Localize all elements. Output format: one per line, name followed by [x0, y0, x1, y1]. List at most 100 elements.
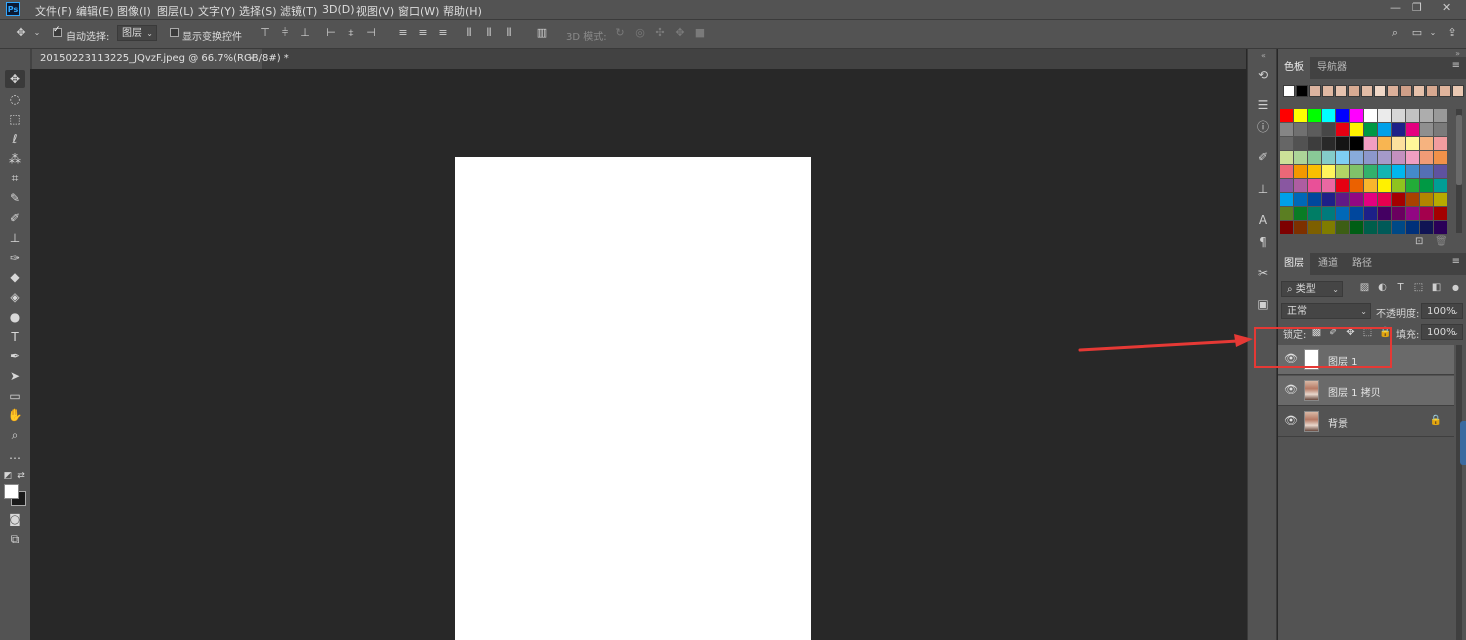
- path-selection-icon[interactable]: ➤: [5, 367, 25, 385]
- color-swatch[interactable]: [1364, 193, 1377, 206]
- crop-icon[interactable]: ⌗: [5, 169, 25, 187]
- quick-mask-icon[interactable]: ◙: [5, 510, 25, 528]
- color-swatch[interactable]: [1280, 151, 1293, 164]
- layer-filter-dropdown[interactable]: ⌕ 类型 ⌄: [1281, 281, 1343, 297]
- tools-presets-icon[interactable]: ✂: [1255, 265, 1271, 281]
- tab-channels[interactable]: 通道: [1312, 253, 1344, 275]
- color-swatch[interactable]: [1406, 123, 1419, 136]
- swatches-scrollbar[interactable]: [1456, 109, 1462, 233]
- recent-swatch[interactable]: [1400, 85, 1412, 97]
- color-swatch[interactable]: [1364, 137, 1377, 150]
- menu-type[interactable]: 文字(Y): [198, 3, 235, 19]
- color-swatch[interactable]: [1280, 137, 1293, 150]
- color-swatch[interactable]: [1294, 165, 1307, 178]
- tab-layers[interactable]: 图层: [1278, 253, 1310, 275]
- color-swatch[interactable]: [1308, 193, 1321, 206]
- document-canvas[interactable]: [455, 157, 811, 640]
- hand-icon[interactable]: ✋: [5, 406, 25, 424]
- color-swatch[interactable]: [1336, 109, 1349, 122]
- recent-swatch[interactable]: [1348, 85, 1360, 97]
- color-swatch[interactable]: [1406, 151, 1419, 164]
- color-swatch[interactable]: [1294, 151, 1307, 164]
- align-vcenter-icon[interactable]: ⫩: [278, 26, 292, 40]
- color-swatch[interactable]: [1350, 165, 1363, 178]
- recent-swatch[interactable]: [1452, 85, 1464, 97]
- color-swatch[interactable]: [1364, 207, 1377, 220]
- paint-bucket-icon[interactable]: ◈: [5, 288, 25, 306]
- visibility-eye-icon[interactable]: 👁: [1284, 384, 1298, 396]
- color-swatch[interactable]: [1420, 123, 1433, 136]
- recent-swatch[interactable]: [1322, 85, 1334, 97]
- recent-swatch[interactable]: [1283, 85, 1295, 97]
- trash-icon[interactable]: 🗑: [1435, 236, 1448, 247]
- menu-edit[interactable]: 编辑(E): [76, 3, 114, 19]
- dodge-icon[interactable]: ●: [5, 308, 25, 326]
- color-swatch[interactable]: [1336, 207, 1349, 220]
- color-swatch[interactable]: [1420, 207, 1433, 220]
- color-swatch[interactable]: [1392, 193, 1405, 206]
- color-swatch[interactable]: [1378, 207, 1391, 220]
- color-swatch[interactable]: [1392, 179, 1405, 192]
- history-icon[interactable]: ⟲: [1255, 67, 1271, 83]
- color-swatch[interactable]: [1280, 123, 1293, 136]
- auto-select-target-dropdown[interactable]: 图层 ⌄: [117, 25, 157, 41]
- color-swatch[interactable]: [1434, 193, 1447, 206]
- color-swatch[interactable]: [1350, 109, 1363, 122]
- filter-shape-icon[interactable]: ⬚: [1413, 282, 1424, 293]
- recent-swatch[interactable]: [1309, 85, 1321, 97]
- color-swatch[interactable]: [1392, 221, 1405, 234]
- menu-filter[interactable]: 滤镜(T): [280, 3, 317, 19]
- align-left-icon[interactable]: ⊢: [324, 26, 338, 40]
- show-transform-checkbox[interactable]: [170, 28, 179, 37]
- color-swatch[interactable]: [1322, 137, 1335, 150]
- color-swatch[interactable]: [1280, 165, 1293, 178]
- close-icon[interactable]: ×: [248, 49, 256, 69]
- color-swatch[interactable]: [1336, 179, 1349, 192]
- recent-swatch[interactable]: [1296, 85, 1308, 97]
- share-icon[interactable]: ⇪: [1445, 26, 1459, 40]
- color-swatch[interactable]: [1434, 123, 1447, 136]
- collapse-arrows-icon[interactable]: «: [1261, 51, 1266, 60]
- color-swatch[interactable]: [1308, 165, 1321, 178]
- distribute-top-icon[interactable]: ≡: [396, 26, 410, 40]
- swatches-scroll-thumb[interactable]: [1456, 115, 1462, 185]
- opacity-field[interactable]: 100% ⌄: [1421, 303, 1463, 319]
- foreground-color-swatch[interactable]: [4, 484, 19, 499]
- color-swatch[interactable]: [1434, 109, 1447, 122]
- color-swatch[interactable]: [1308, 151, 1321, 164]
- color-swatch[interactable]: [1378, 123, 1391, 136]
- color-swatch[interactable]: [1378, 165, 1391, 178]
- color-swatch[interactable]: [1322, 193, 1335, 206]
- color-swatch[interactable]: [1322, 123, 1335, 136]
- color-swatch[interactable]: [1350, 207, 1363, 220]
- layer-row-layer1-copy[interactable]: 👁 图层 1 拷贝: [1278, 376, 1454, 406]
- visibility-eye-icon[interactable]: 👁: [1284, 415, 1298, 427]
- color-swatch[interactable]: [1406, 207, 1419, 220]
- menu-3d[interactable]: 3D(D): [322, 3, 355, 16]
- color-swatch[interactable]: [1364, 179, 1377, 192]
- color-swatch[interactable]: [1420, 165, 1433, 178]
- color-swatch[interactable]: [1280, 193, 1293, 206]
- align-hcenter-icon[interactable]: ⧧: [344, 26, 358, 40]
- color-swatch[interactable]: [1364, 109, 1377, 122]
- color-swatch[interactable]: [1294, 179, 1307, 192]
- color-swatch[interactable]: [1378, 179, 1391, 192]
- artboard-icon[interactable]: ⬚: [5, 110, 25, 128]
- pen-icon[interactable]: ✒: [5, 347, 25, 365]
- clone-source-icon[interactable]: ⊥: [1255, 181, 1271, 197]
- color-swatch[interactable]: [1308, 123, 1321, 136]
- color-swatch[interactable]: [1280, 221, 1293, 234]
- brush-icon[interactable]: ✐: [5, 209, 25, 227]
- distribute-vcenter-icon[interactable]: ≡: [416, 26, 430, 40]
- restore-button[interactable]: ❐: [1412, 1, 1422, 14]
- color-swatch[interactable]: [1378, 137, 1391, 150]
- color-swatch[interactable]: [1336, 165, 1349, 178]
- color-swatch[interactable]: [1308, 137, 1321, 150]
- clone-stamp-icon[interactable]: ⊥: [5, 229, 25, 247]
- rectangle-icon[interactable]: ▭: [5, 387, 25, 405]
- history-brush-icon[interactable]: ✑: [5, 249, 25, 267]
- recent-swatch[interactable]: [1335, 85, 1347, 97]
- blend-mode-dropdown[interactable]: 正常 ⌄: [1281, 303, 1371, 319]
- swap-colors-icon[interactable]: ⇄: [16, 467, 26, 485]
- color-swatch[interactable]: [1322, 165, 1335, 178]
